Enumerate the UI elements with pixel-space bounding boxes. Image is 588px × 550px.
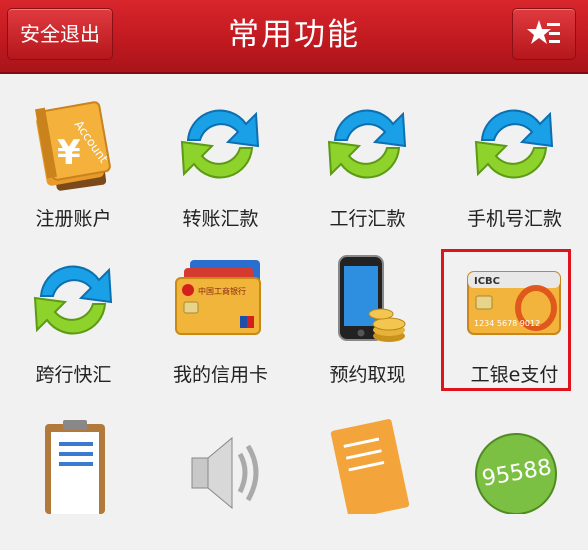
svg-text:1234 5678 9012: 1234 5678 9012 (474, 319, 540, 328)
grid-item-scheduled-withdrawal[interactable]: 预约取现 (294, 236, 441, 386)
grid-item-label: 跨行快汇 (35, 364, 112, 386)
grid-item-my-credit-card[interactable]: 中国工商银行 我的信用卡 (147, 236, 294, 386)
credit-cards-icon: 中国工商银行 (175, 260, 261, 335)
grid-item-transfer[interactable]: 转账汇款 (147, 80, 294, 230)
phone-coins-icon (338, 255, 406, 342)
refresh-arrows-icon (33, 265, 113, 335)
refresh-arrows-icon (327, 109, 407, 179)
refresh-arrows-icon (474, 109, 554, 179)
grid-item-icbc-epay[interactable]: ICBC 1234 5678 9012 工银e支付 (441, 236, 588, 386)
grid-item-label: 转账汇款 (182, 208, 259, 230)
grid-item-icbc-remit[interactable]: 工行汇款 (294, 80, 441, 230)
clipboard-checklist-icon (45, 420, 105, 514)
grid-item-interbank-remit[interactable]: 跨行快汇 (0, 236, 147, 386)
svg-text:ICBC: ICBC (474, 276, 500, 287)
menu-button[interactable] (512, 8, 576, 60)
grid-item-label: 手机号汇款 (466, 208, 562, 230)
page-title: 常用功能 (228, 17, 360, 53)
grid-item-label: 工银e支付 (470, 364, 559, 386)
grid-item-label: 我的信用卡 (172, 364, 268, 386)
grid-item-mobile-remit[interactable]: 手机号汇款 (441, 80, 588, 230)
account-book-icon: ¥ Account (34, 101, 111, 191)
refresh-arrows-icon (180, 109, 260, 179)
svg-text:¥: ¥ (57, 133, 81, 173)
notepad-icon (330, 419, 410, 514)
header-bar: 安全退出 常用功能 (0, 0, 588, 74)
grid-item-hotline[interactable]: 95588 (441, 400, 588, 550)
grid-item-register-account[interactable]: ¥ Account 注册账户 (0, 80, 147, 230)
grid-item-label: 工行汇款 (329, 208, 406, 230)
speaker-icon (191, 436, 259, 510)
icbc-card-icon: ICBC 1234 5678 9012 (467, 271, 561, 335)
grid-item-notepad[interactable] (294, 400, 441, 550)
grid-item-label: 注册账户 (35, 208, 112, 230)
grid-item-checklist[interactable] (0, 400, 147, 550)
hotline-95588-icon: 95588 (475, 433, 557, 514)
star-list-icon (527, 20, 560, 44)
svg-text:中国工商银行: 中国工商银行 (198, 286, 246, 296)
grid-item-speaker[interactable] (147, 400, 294, 550)
grid-item-label: 预约取现 (329, 364, 406, 386)
